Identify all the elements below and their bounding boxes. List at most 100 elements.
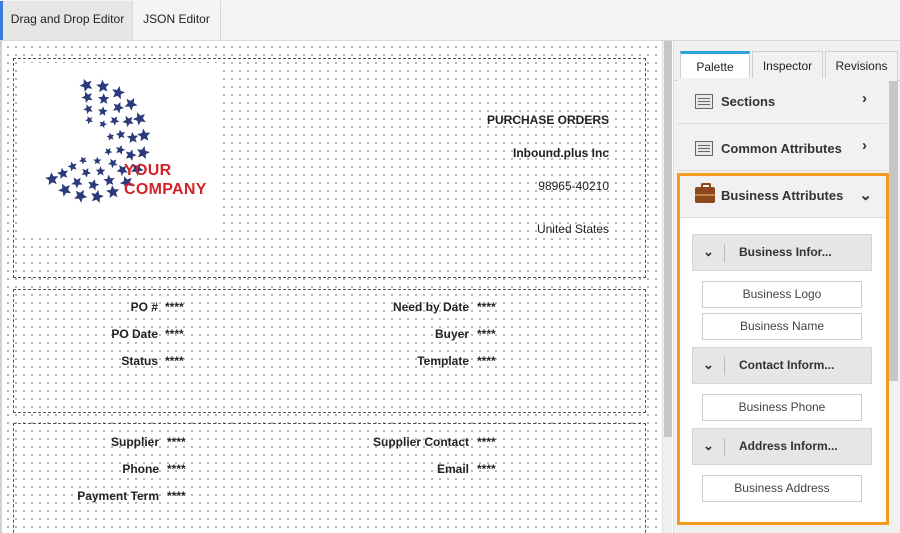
address-info-group[interactable]: ⌄ Address Inform...	[692, 428, 872, 465]
logo-star-icon	[137, 128, 151, 142]
supplier-contact-value: ****	[477, 435, 496, 449]
logo-star-icon	[95, 166, 106, 176]
logo-star-icon	[67, 161, 77, 172]
company-name: Inbound.plus Inc	[513, 146, 609, 160]
supplier-section[interactable]: Supplier **** Phone **** Payment Term **…	[13, 423, 646, 533]
logo-star-icon	[112, 86, 125, 100]
business-attributes-panel: Business Attributes ⌄ ⌄ Business Infor..…	[677, 173, 889, 525]
canvas-scrollbar-thumb[interactable]	[664, 41, 672, 437]
logo-star-icon	[124, 98, 138, 111]
logo-star-icon	[126, 131, 139, 143]
phone-value: ****	[167, 462, 186, 476]
logo-star-icon	[83, 104, 93, 115]
logo-star-icon	[106, 185, 120, 198]
table-icon	[695, 141, 713, 156]
contact-info-title: Contact Inform...	[739, 358, 835, 372]
logo-star-icon	[79, 156, 87, 165]
divider	[724, 438, 725, 456]
logo-text: YOUR COMPANY	[124, 162, 207, 198]
logo-star-icon	[115, 129, 126, 140]
logo-star-icon	[132, 112, 146, 126]
sections-title: Sections	[721, 94, 776, 109]
logo-star-icon	[85, 116, 93, 125]
email-label: Email	[436, 462, 469, 476]
divider	[724, 357, 725, 375]
business-logo-item[interactable]: Business Logo	[702, 281, 862, 308]
logo-star-icon	[116, 145, 126, 155]
company-logo[interactable]: YOUR COMPANY	[21, 63, 219, 233]
chevron-right-icon: ›	[862, 90, 867, 107]
divider	[724, 244, 725, 262]
business-info-group[interactable]: ⌄ Business Infor...	[692, 234, 872, 271]
chevron-down-icon: ⌄	[703, 438, 714, 453]
logo-star-icon	[113, 102, 125, 114]
logo-star-icon	[98, 106, 108, 116]
common-attributes-accordion[interactable]: Common Attributes ›	[677, 125, 887, 171]
buyer-label: Buyer	[434, 327, 469, 341]
design-canvas[interactable]: YOUR COMPANY PURCHASE ORDERS Inbound.plu…	[0, 41, 660, 533]
logo-star-icon	[93, 156, 102, 165]
business-phone-item[interactable]: Business Phone	[702, 394, 862, 421]
chevron-down-icon: ⌄	[703, 244, 714, 259]
logo-star-icon	[96, 79, 110, 93]
contact-info-group[interactable]: ⌄ Contact Inform...	[692, 347, 872, 384]
logo-star-icon	[98, 93, 110, 104]
order-details-section[interactable]: PO # **** PO Date **** Status **** Need …	[13, 289, 646, 413]
logo-star-icon	[103, 174, 115, 186]
business-address-item[interactable]: Business Address	[702, 475, 862, 502]
po-number-label: PO #	[130, 300, 158, 314]
logo-star-icon	[104, 147, 113, 156]
logo-star-icon	[79, 78, 93, 92]
company-country: United States	[536, 222, 609, 236]
header-section[interactable]: YOUR COMPANY PURCHASE ORDERS Inbound.plu…	[13, 58, 646, 278]
logo-star-icon	[125, 149, 137, 161]
logo-star-icon	[109, 116, 120, 126]
need-by-date-value: ****	[477, 300, 496, 314]
logo-star-icon	[45, 172, 59, 186]
address-info-title: Address Inform...	[739, 439, 838, 453]
po-number-value: ****	[165, 300, 184, 314]
business-name-item[interactable]: Business Name	[702, 313, 862, 340]
chevron-right-icon: ›	[862, 137, 867, 154]
chevron-down-icon: ⌄	[859, 187, 872, 204]
briefcase-icon	[695, 183, 715, 203]
logo-star-icon	[122, 115, 134, 128]
logo-star-icon	[106, 132, 115, 141]
editor-tab-bar: Drag and Drop Editor JSON Editor	[0, 0, 900, 41]
canvas-scrollbar[interactable]	[662, 41, 672, 533]
buyer-value: ****	[477, 327, 496, 341]
tab-drag-and-drop-editor[interactable]: Drag and Drop Editor	[0, 1, 133, 40]
status-label: Status	[121, 354, 158, 368]
business-attributes-accordion[interactable]: Business Attributes ⌄	[680, 176, 886, 218]
logo-star-icon	[81, 91, 93, 103]
logo-star-icon	[91, 189, 104, 203]
sections-accordion[interactable]: Sections ›	[677, 78, 887, 124]
tab-revisions[interactable]: Revisions	[825, 51, 898, 81]
table-icon	[695, 94, 713, 109]
logo-star-icon	[56, 167, 69, 179]
need-by-date-label: Need by Date	[392, 300, 469, 314]
chevron-down-icon: ⌄	[703, 357, 714, 372]
tab-inspector[interactable]: Inspector	[752, 51, 823, 81]
logo-star-icon	[99, 120, 108, 129]
supplier-label: Supplier	[110, 435, 159, 449]
supplier-value: ****	[167, 435, 186, 449]
logo-star-icon	[81, 168, 91, 178]
status-value: ****	[165, 354, 184, 368]
business-info-title: Business Infor...	[739, 245, 832, 259]
template-value: ****	[477, 354, 496, 368]
common-attributes-title: Common Attributes	[721, 141, 842, 156]
business-attributes-title: Business Attributes	[721, 188, 844, 203]
logo-star-icon	[137, 146, 150, 160]
panel-scrollbar-thumb[interactable]	[889, 81, 898, 381]
logo-star-icon	[58, 183, 71, 197]
company-phone: 98965-40210	[538, 179, 609, 193]
template-label: Template	[417, 354, 469, 368]
payment-term-label: Payment Term	[77, 489, 159, 503]
phone-label: Phone	[122, 462, 159, 476]
right-panel: Palette Inspector Revisions Sections › C…	[673, 41, 900, 533]
logo-star-icon	[88, 179, 100, 191]
supplier-contact-label: Supplier Contact	[372, 435, 469, 449]
po-date-label: PO Date	[111, 327, 158, 341]
tab-json-editor[interactable]: JSON Editor	[133, 1, 221, 40]
